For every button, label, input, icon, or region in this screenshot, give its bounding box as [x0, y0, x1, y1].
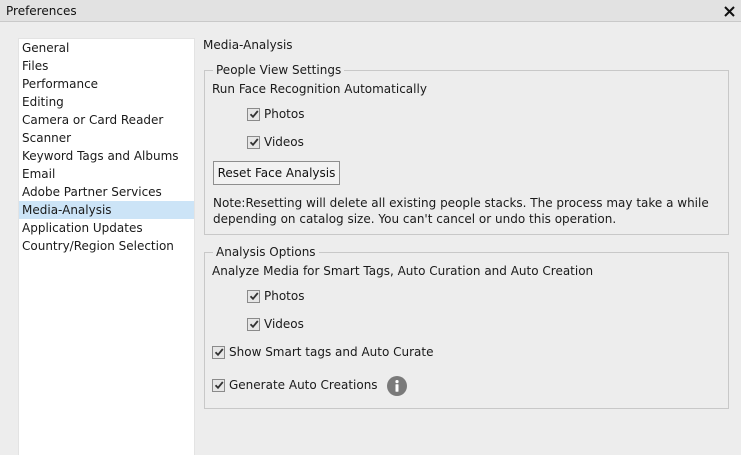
close-icon — [723, 5, 735, 17]
analysis-photos-label: Photos — [264, 289, 305, 303]
sidebar-item-camera-card-reader[interactable]: Camera or Card Reader — [19, 111, 194, 129]
people-videos-checkbox[interactable] — [247, 135, 260, 149]
people-videos-checkbox-row[interactable]: Videos — [247, 134, 304, 150]
sidebar-item-editing[interactable]: Editing — [19, 93, 194, 111]
info-icon[interactable] — [387, 376, 407, 396]
auto-creations-checkbox[interactable] — [212, 378, 225, 392]
people-photos-label: Photos — [264, 107, 305, 121]
analysis-photos-checkbox[interactable] — [247, 289, 260, 303]
analysis-photos-checkbox-row[interactable]: Photos — [247, 288, 304, 304]
people-view-legend: People View Settings — [213, 63, 345, 77]
preferences-sidebar: General Files Performance Editing Camera… — [18, 38, 195, 455]
sidebar-item-general[interactable]: General — [19, 39, 194, 57]
page-title: Media-Analysis — [203, 38, 293, 52]
people-photos-checkbox-row[interactable]: Photos — [247, 106, 304, 122]
analysis-options-legend: Analysis Options — [213, 245, 319, 259]
analyze-media-label: Analyze Media for Smart Tags, Auto Curat… — [212, 264, 594, 278]
sidebar-item-media-analysis[interactable]: Media-Analysis — [19, 201, 194, 219]
analysis-videos-checkbox-row[interactable]: Videos — [247, 316, 304, 332]
info-glyph-icon — [395, 380, 399, 392]
reset-note: Note:Resetting will delete all existing … — [213, 196, 709, 226]
checkmark-icon — [249, 292, 258, 301]
auto-creations-checkbox-row[interactable]: Generate Auto Creations — [212, 377, 378, 393]
sidebar-item-application-updates[interactable]: Application Updates — [19, 219, 194, 237]
sidebar-item-performance[interactable]: Performance — [19, 75, 194, 93]
people-photos-checkbox[interactable] — [247, 107, 260, 121]
checkmark-icon — [249, 138, 258, 147]
smart-tags-checkbox-row[interactable]: Show Smart tags and Auto Curate — [212, 344, 433, 360]
sidebar-item-keyword-tags[interactable]: Keyword Tags and Albums — [19, 147, 194, 165]
analysis-videos-checkbox[interactable] — [247, 317, 260, 331]
people-videos-label: Videos — [264, 135, 304, 149]
sidebar-item-scanner[interactable]: Scanner — [19, 129, 194, 147]
run-face-recognition-label: Run Face Recognition Automatically — [212, 82, 427, 96]
sidebar-item-adobe-partner-services[interactable]: Adobe Partner Services — [19, 183, 194, 201]
smart-tags-checkbox[interactable] — [212, 345, 225, 359]
sidebar-item-files[interactable]: Files — [19, 57, 194, 75]
preferences-window: Preferences General Files Performance Ed… — [0, 0, 741, 455]
checkmark-icon — [249, 110, 258, 119]
analysis-videos-label: Videos — [264, 317, 304, 331]
sidebar-item-email[interactable]: Email — [19, 165, 194, 183]
checkmark-icon — [214, 348, 223, 357]
smart-tags-label: Show Smart tags and Auto Curate — [229, 345, 434, 359]
auto-creations-label: Generate Auto Creations — [229, 378, 378, 392]
reset-face-analysis-button[interactable]: Reset Face Analysis — [213, 161, 340, 185]
sidebar-item-country-region[interactable]: Country/Region Selection — [19, 237, 194, 255]
close-button[interactable] — [717, 0, 741, 22]
checkmark-icon — [249, 320, 258, 329]
window-title: Preferences — [6, 4, 77, 18]
title-bar: Preferences — [0, 0, 741, 22]
checkmark-icon — [214, 381, 223, 390]
